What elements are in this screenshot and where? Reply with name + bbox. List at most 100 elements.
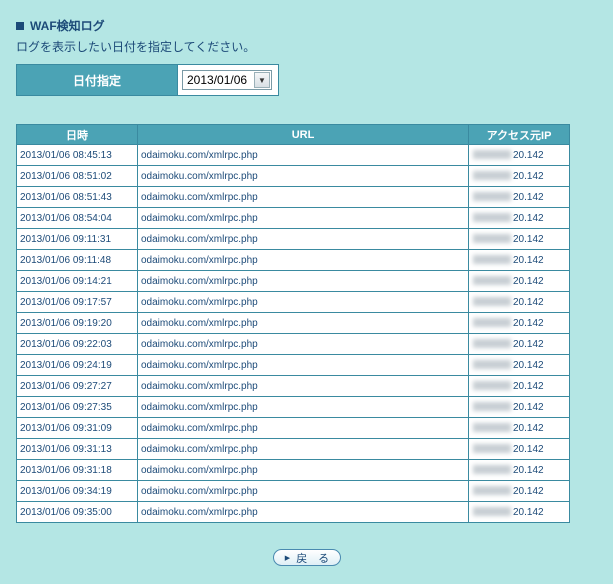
redacted-ip-prefix <box>473 150 511 160</box>
date-select-value: 2013/01/06 <box>187 73 248 87</box>
cell-datetime: 2013/01/06 08:54:04 <box>16 207 138 229</box>
cell-datetime: 2013/01/06 08:51:43 <box>16 186 138 208</box>
ip-suffix: 20.142 <box>513 464 544 476</box>
triangle-right-icon: ▶ <box>284 554 291 562</box>
cell-datetime: 2013/01/06 09:19:20 <box>16 312 138 334</box>
waf-log-table: 日時 URL アクセス元IP 2013/01/06 08:45:13 odaimo… <box>16 124 570 523</box>
table-row: 2013/01/06 09:17:57 odaimoku.com/xmlrpc.p… <box>16 291 570 313</box>
cell-datetime: 2013/01/06 09:11:48 <box>16 249 138 271</box>
redacted-ip-prefix <box>473 276 511 286</box>
redacted-ip-prefix <box>473 444 511 454</box>
table-row: 2013/01/06 09:27:35 odaimoku.com/xmlrpc.p… <box>16 396 570 418</box>
cell-datetime: 2013/01/06 09:14:21 <box>16 270 138 292</box>
cell-url: odaimoku.com/xmlrpc.php <box>137 270 469 292</box>
cell-url: odaimoku.com/xmlrpc.php <box>137 249 469 271</box>
cell-url: odaimoku.com/xmlrpc.php <box>137 228 469 250</box>
cell-datetime: 2013/01/06 09:11:31 <box>16 228 138 250</box>
cell-datetime: 2013/01/06 09:27:35 <box>16 396 138 418</box>
redacted-ip-prefix <box>473 171 511 181</box>
table-row: 2013/01/06 08:51:43 odaimoku.com/xmlrpc.p… <box>16 186 570 208</box>
table-row: 2013/01/06 09:31:09 odaimoku.com/xmlrpc.p… <box>16 417 570 439</box>
cell-ip: 20.142 <box>468 165 570 187</box>
cell-ip: 20.142 <box>468 375 570 397</box>
cell-url: odaimoku.com/xmlrpc.php <box>137 480 469 502</box>
redacted-ip-prefix <box>473 318 511 328</box>
ip-suffix: 20.142 <box>513 212 544 224</box>
cell-datetime: 2013/01/06 09:24:19 <box>16 354 138 376</box>
ip-suffix: 20.142 <box>513 338 544 350</box>
table-row: 2013/01/06 09:11:48 odaimoku.com/xmlrpc.p… <box>16 249 570 271</box>
instruction-text: ログを表示したい日付を指定してください。 <box>16 40 256 54</box>
back-button[interactable]: ▶ 戻 る <box>273 549 341 566</box>
cell-ip: 20.142 <box>468 396 570 418</box>
page-title: WAF検知ログ <box>16 17 105 34</box>
chevron-down-icon[interactable]: ▼ <box>254 72 270 88</box>
table-row: 2013/01/06 09:27:27 odaimoku.com/xmlrpc.p… <box>16 375 570 397</box>
table-row: 2013/01/06 09:31:18 odaimoku.com/xmlrpc.p… <box>16 459 570 481</box>
cell-url: odaimoku.com/xmlrpc.php <box>137 438 469 460</box>
cell-ip: 20.142 <box>468 186 570 208</box>
cell-url: odaimoku.com/xmlrpc.php <box>137 459 469 481</box>
cell-datetime: 2013/01/06 09:34:19 <box>16 480 138 502</box>
redacted-ip-prefix <box>473 402 511 412</box>
cell-datetime: 2013/01/06 09:35:00 <box>16 501 138 523</box>
ip-suffix: 20.142 <box>513 485 544 497</box>
cell-url: odaimoku.com/xmlrpc.php <box>137 291 469 313</box>
cell-datetime: 2013/01/06 09:31:13 <box>16 438 138 460</box>
cell-ip: 20.142 <box>468 333 570 355</box>
redacted-ip-prefix <box>473 465 511 475</box>
cell-datetime: 2013/01/06 09:31:18 <box>16 459 138 481</box>
redacted-ip-prefix <box>473 192 511 202</box>
ip-suffix: 20.142 <box>513 422 544 434</box>
cell-ip: 20.142 <box>468 501 570 523</box>
cell-ip: 20.142 <box>468 417 570 439</box>
redacted-ip-prefix <box>473 486 511 496</box>
cell-url: odaimoku.com/xmlrpc.php <box>137 396 469 418</box>
table-row: 2013/01/06 08:51:02 odaimoku.com/xmlrpc.p… <box>16 165 570 187</box>
redacted-ip-prefix <box>473 360 511 370</box>
cell-ip: 20.142 <box>468 144 570 166</box>
table-row: 2013/01/06 09:24:19 odaimoku.com/xmlrpc.p… <box>16 354 570 376</box>
redacted-ip-prefix <box>473 507 511 517</box>
ip-suffix: 20.142 <box>513 275 544 287</box>
cell-datetime: 2013/01/06 09:22:03 <box>16 333 138 355</box>
table-row: 2013/01/06 09:35:00 odaimoku.com/xmlrpc.p… <box>16 501 570 523</box>
cell-datetime: 2013/01/06 09:27:27 <box>16 375 138 397</box>
column-header-datetime: 日時 <box>16 124 138 145</box>
cell-url: odaimoku.com/xmlrpc.php <box>137 333 469 355</box>
ip-suffix: 20.142 <box>513 401 544 413</box>
ip-suffix: 20.142 <box>513 296 544 308</box>
cell-url: odaimoku.com/xmlrpc.php <box>137 165 469 187</box>
cell-datetime: 2013/01/06 08:51:02 <box>16 165 138 187</box>
table-row: 2013/01/06 09:11:31 odaimoku.com/xmlrpc.p… <box>16 228 570 250</box>
column-header-url: URL <box>137 124 469 145</box>
cell-datetime: 2013/01/06 09:31:09 <box>16 417 138 439</box>
table-row: 2013/01/06 09:34:19 odaimoku.com/xmlrpc.p… <box>16 480 570 502</box>
ip-suffix: 20.142 <box>513 170 544 182</box>
redacted-ip-prefix <box>473 339 511 349</box>
cell-datetime: 2013/01/06 09:17:57 <box>16 291 138 313</box>
cell-ip: 20.142 <box>468 438 570 460</box>
redacted-ip-prefix <box>473 381 511 391</box>
date-select[interactable]: 2013/01/06 ▼ <box>182 70 272 90</box>
column-header-ip: アクセス元IP <box>468 124 570 145</box>
table-body: 2013/01/06 08:45:13 odaimoku.com/xmlrpc.p… <box>16 144 570 523</box>
cell-ip: 20.142 <box>468 312 570 334</box>
redacted-ip-prefix <box>473 234 511 244</box>
cell-url: odaimoku.com/xmlrpc.php <box>137 144 469 166</box>
ip-suffix: 20.142 <box>513 254 544 266</box>
redacted-ip-prefix <box>473 297 511 307</box>
cell-ip: 20.142 <box>468 459 570 481</box>
table-row: 2013/01/06 09:22:03 odaimoku.com/xmlrpc.p… <box>16 333 570 355</box>
table-row: 2013/01/06 08:45:13 odaimoku.com/xmlrpc.p… <box>16 144 570 166</box>
square-bullet-icon <box>16 21 24 30</box>
cell-url: odaimoku.com/xmlrpc.php <box>137 186 469 208</box>
cell-ip: 20.142 <box>468 291 570 313</box>
cell-url: odaimoku.com/xmlrpc.php <box>137 417 469 439</box>
table-row: 2013/01/06 09:19:20 odaimoku.com/xmlrpc.p… <box>16 312 570 334</box>
page-title-text: WAF検知ログ <box>30 19 105 33</box>
table-row: 2013/01/06 09:14:21 odaimoku.com/xmlrpc.p… <box>16 270 570 292</box>
redacted-ip-prefix <box>473 213 511 223</box>
redacted-ip-prefix <box>473 255 511 265</box>
date-filter: 日付指定 2013/01/06 ▼ <box>16 64 279 96</box>
